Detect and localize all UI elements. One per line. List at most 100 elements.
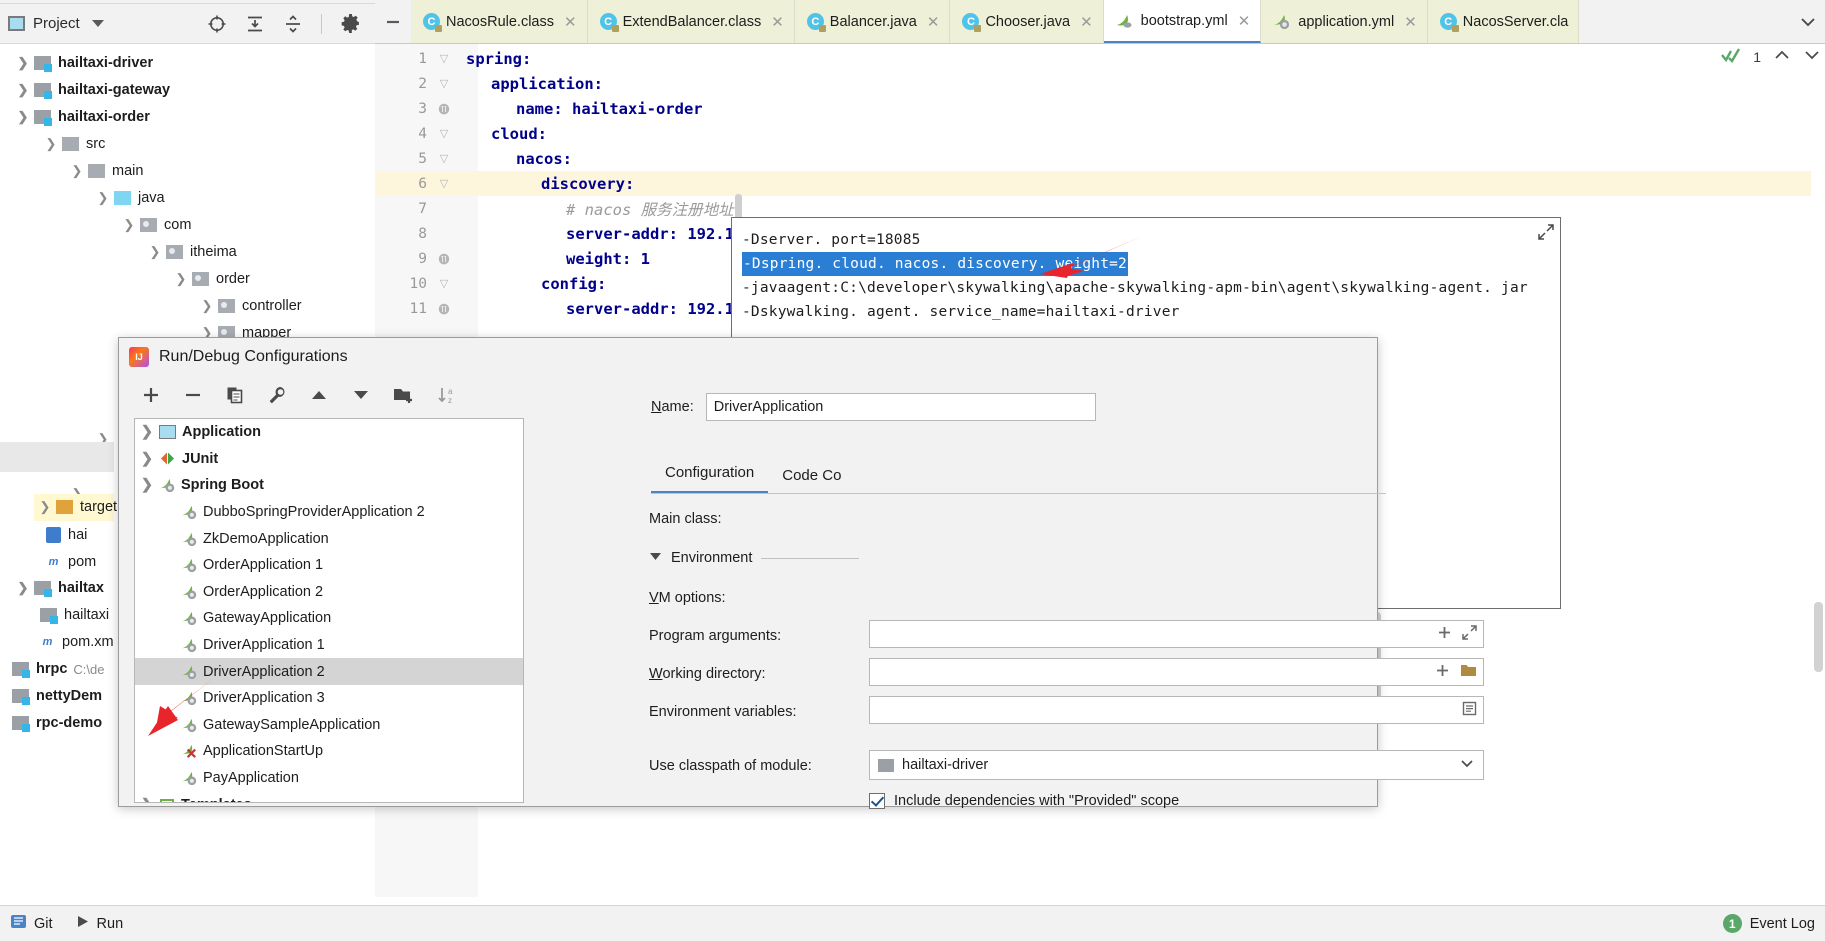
- tab-configuration[interactable]: Configuration: [651, 458, 769, 494]
- classpath-module-select[interactable]: hailtaxi-driver: [869, 750, 1484, 780]
- tree-item-hrpc[interactable]: hrpc C:\de: [12, 656, 105, 683]
- chevron-down-icon[interactable]: [1803, 46, 1821, 67]
- fold-marker-icon[interactable]: ⓫: [427, 301, 461, 317]
- hide-tool-window-button[interactable]: [375, 0, 411, 43]
- tree-item-hailtaxi-driver[interactable]: ❯ hailtaxi-driver: [12, 50, 153, 77]
- status-git[interactable]: Git: [10, 913, 53, 934]
- expand-editor-icon[interactable]: [1462, 624, 1477, 644]
- tab-balancer-java[interactable]: C Balancer.java ✕: [794, 0, 951, 43]
- chevron-up-icon[interactable]: [1773, 46, 1791, 67]
- tab-nacosserver-class[interactable]: C NacosServer.cla: [1427, 0, 1580, 43]
- tree-item-target[interactable]: ❯ target: [34, 494, 117, 521]
- config-item-driverapplication-1[interactable]: DriverApplication 1: [135, 632, 523, 659]
- chevron-right-icon[interactable]: ❯: [135, 451, 159, 467]
- environment-variables-field[interactable]: [869, 696, 1484, 724]
- config-item-gatewayapplication[interactable]: GatewayApplication: [135, 605, 523, 632]
- fold-marker-icon[interactable]: ▽: [427, 127, 461, 140]
- config-item-zkdemoapplication[interactable]: ZkDemoApplication: [135, 525, 523, 552]
- chevron-down-icon[interactable]: ❯: [135, 797, 159, 802]
- tree-item-pom[interactable]: m pom: [46, 549, 97, 576]
- config-item-payapplication[interactable]: PayApplication: [135, 765, 523, 792]
- fold-marker-icon[interactable]: ▽: [427, 177, 461, 190]
- chevron-down-icon[interactable]: [91, 20, 104, 27]
- inspection-status-widget[interactable]: 1: [1721, 46, 1821, 67]
- chevron-down-icon[interactable]: ❯: [92, 190, 114, 206]
- fold-marker-icon[interactable]: ▽: [427, 152, 461, 165]
- tree-item-pom-xml[interactable]: m pom.xm: [40, 629, 114, 656]
- add-configuration-button[interactable]: [141, 385, 161, 405]
- chevron-right-icon[interactable]: ❯: [12, 580, 34, 596]
- tree-item-order[interactable]: ❯ order: [170, 266, 250, 293]
- chevron-right-icon[interactable]: ❯: [135, 424, 159, 440]
- tree-item-main[interactable]: ❯ main: [66, 158, 144, 185]
- tree-item-com[interactable]: ❯ com: [118, 212, 192, 239]
- tree-item-controller[interactable]: ❯ controller: [196, 293, 302, 320]
- configurations-list[interactable]: ❯ Application ❯ JUnit ❯ Spring Boot Dubb…: [134, 418, 524, 803]
- chevron-right-icon[interactable]: ❯: [196, 298, 218, 314]
- tree-item-hailtaxi-gateway[interactable]: ❯ hailtaxi-gateway: [12, 77, 170, 104]
- expand-arrows-icon[interactable]: [1538, 224, 1554, 243]
- chevron-down-icon[interactable]: [1459, 755, 1475, 775]
- tree-item-hailtaxi-sub[interactable]: hailtaxi: [40, 602, 109, 629]
- editor-vertical-scrollbar-thumb[interactable]: [1814, 602, 1823, 672]
- chevron-down-icon[interactable]: ❯: [170, 271, 192, 287]
- close-icon[interactable]: ✕: [1238, 12, 1251, 30]
- run-debug-configurations-dialog[interactable]: Run/Debug Configurations az ❯: [118, 337, 1484, 809]
- name-input[interactable]: DriverApplication: [705, 393, 1096, 421]
- tab-extendbalancer-class[interactable]: C ExtendBalancer.class ✕: [587, 0, 795, 43]
- include-dependencies-checkbox-row[interactable]: Include dependencies with "Provided" sco…: [869, 793, 1179, 809]
- add-macro-icon[interactable]: [1435, 663, 1450, 682]
- tree-item-hai[interactable]: hai: [46, 522, 87, 549]
- config-item-orderapplication-1[interactable]: OrderApplication 1: [135, 552, 523, 579]
- tree-item-src[interactable]: ❯ src: [40, 131, 106, 158]
- move-down-button[interactable]: [351, 388, 371, 402]
- sort-az-icon[interactable]: az: [437, 385, 459, 405]
- chevron-down-icon[interactable]: ❯: [144, 244, 166, 260]
- config-item-orderapplication-2[interactable]: OrderApplication 2: [135, 579, 523, 606]
- triangle-down-icon[interactable]: [649, 550, 662, 566]
- tab-nacosrule-class[interactable]: C NacosRule.class ✕: [411, 0, 588, 43]
- gear-icon[interactable]: [340, 13, 361, 34]
- close-icon[interactable]: ✕: [564, 13, 577, 31]
- environment-section-header[interactable]: Environment: [649, 550, 859, 566]
- add-macro-icon[interactable]: [1437, 625, 1452, 644]
- config-item-dubbospringproviderapplication-2[interactable]: DubboSpringProviderApplication 2: [135, 499, 523, 526]
- tab-code-coverage[interactable]: Code Co: [768, 461, 855, 494]
- browse-folder-icon[interactable]: [1460, 663, 1477, 682]
- fold-marker-icon[interactable]: ▽: [427, 277, 461, 290]
- tab-application-yml[interactable]: application.yml ✕: [1261, 0, 1428, 43]
- chevron-down-icon[interactable]: ❯: [135, 477, 159, 493]
- chevron-down-icon[interactable]: ❯: [40, 136, 62, 152]
- tree-item-nettydem[interactable]: nettyDem: [12, 683, 102, 710]
- working-directory-field[interactable]: [869, 658, 1484, 686]
- tree-item-java[interactable]: ❯ java: [92, 185, 165, 212]
- close-icon[interactable]: ✕: [771, 13, 784, 31]
- include-dependencies-checkbox[interactable]: [869, 793, 885, 809]
- expand-all-icon[interactable]: [245, 14, 265, 34]
- tree-item-hailtaxi-order[interactable]: ❯ hailtaxi-order: [12, 104, 150, 131]
- program-arguments-field[interactable]: [869, 620, 1484, 648]
- tab-chooser-java[interactable]: C Chooser.java ✕: [950, 0, 1104, 43]
- folder-plus-icon[interactable]: [393, 385, 415, 405]
- fold-marker-icon[interactable]: ▽: [427, 77, 461, 90]
- chevron-down-icon[interactable]: ❯: [12, 109, 34, 125]
- close-icon[interactable]: ✕: [927, 13, 940, 31]
- tree-item-rpc-demo[interactable]: rpc-demo: [12, 710, 102, 737]
- tab-bootstrap-yml[interactable]: bootstrap.yml ✕: [1103, 0, 1262, 43]
- chevron-down-icon[interactable]: ❯: [66, 163, 88, 179]
- remove-configuration-button[interactable]: [183, 385, 203, 405]
- config-group-spring-boot[interactable]: ❯ Spring Boot: [135, 472, 523, 499]
- tab-overflow-chevron-down-icon[interactable]: [1791, 0, 1825, 43]
- copy-configuration-button[interactable]: [225, 385, 245, 405]
- move-up-button[interactable]: [309, 388, 329, 402]
- chevron-right-icon[interactable]: ❯: [12, 82, 34, 98]
- tree-item-hailtax[interactable]: ❯ hailtax: [12, 575, 104, 602]
- config-group-application[interactable]: ❯ Application: [135, 419, 523, 446]
- close-icon[interactable]: ✕: [1080, 13, 1093, 31]
- chevron-down-icon[interactable]: ❯: [118, 217, 140, 233]
- chevron-right-icon[interactable]: ❯: [12, 55, 34, 71]
- event-log-widget[interactable]: 1 Event Log: [1722, 914, 1815, 933]
- collapse-all-icon[interactable]: [283, 14, 303, 34]
- close-icon[interactable]: ✕: [1404, 13, 1417, 31]
- locate-icon[interactable]: [207, 14, 227, 34]
